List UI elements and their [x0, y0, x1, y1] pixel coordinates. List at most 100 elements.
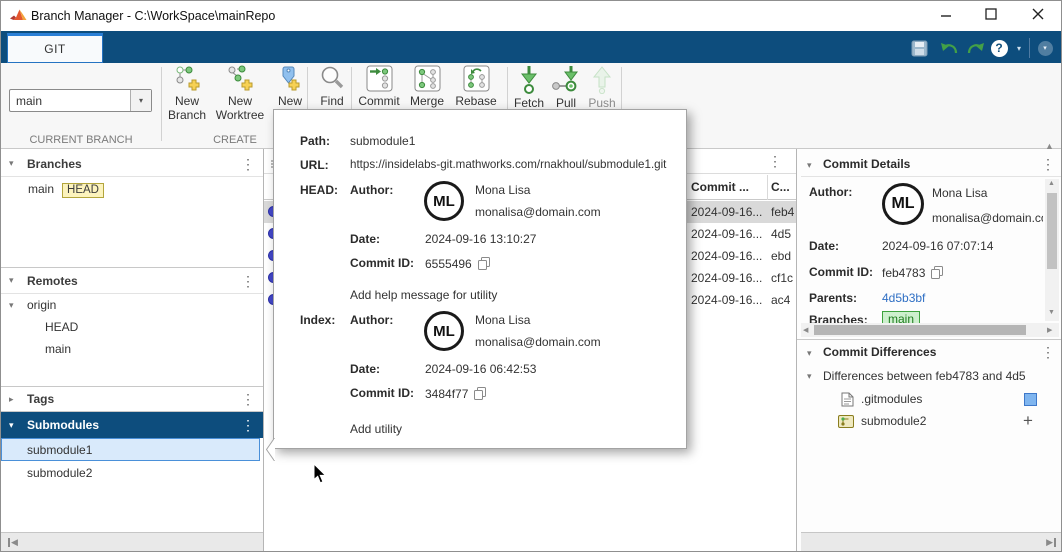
- branches-title: Branches: [27, 157, 82, 171]
- remote-item-head[interactable]: HEAD: [45, 320, 78, 334]
- differences-root-node[interactable]: ▾ Differences between feb4783 and 4d5: [801, 367, 1062, 387]
- index-label: Index:: [300, 313, 335, 327]
- commit-id-label: Commit ID:: [350, 256, 414, 270]
- save-icon: [911, 40, 928, 57]
- copy-icon[interactable]: [473, 386, 487, 404]
- panel-collapse-up-icon[interactable]: ▲: [1045, 141, 1054, 151]
- submodule-icon: [838, 415, 854, 431]
- author-label: Author:: [350, 313, 393, 327]
- window-title: Branch Manager - C:\WorkSpace\mainRepo: [31, 9, 275, 23]
- matlab-logo-icon: [10, 8, 27, 26]
- ribbon-bar: [1, 31, 1061, 63]
- avatar: ML: [424, 181, 464, 221]
- branch-item-main[interactable]: mainHEAD: [28, 182, 104, 198]
- tab-git[interactable]: GIT: [7, 33, 103, 63]
- sidebar-collapse-strip[interactable]: ◀: [1, 532, 263, 551]
- scroll-down-icon[interactable]: ▼: [1048, 309, 1055, 316]
- scroll-left-icon[interactable]: ◀: [803, 326, 808, 334]
- submodule-item-2[interactable]: submodule2: [1, 462, 263, 484]
- branches-menu-icon[interactable]: ⋮: [241, 157, 255, 171]
- submodules-menu-icon[interactable]: ⋮: [241, 418, 255, 432]
- chevron-down-icon: ▾: [1038, 41, 1053, 56]
- find-button[interactable]: Find: [313, 65, 351, 109]
- diff-file-gitmodules[interactable]: .gitmodules: [801, 389, 1062, 411]
- push-button[interactable]: Push: [585, 65, 619, 111]
- new-worktree-icon: [227, 65, 254, 92]
- scroll-right-icon[interactable]: ▶: [1047, 326, 1052, 334]
- close-button[interactable]: [1021, 1, 1055, 27]
- new-branch-button[interactable]: New Branch: [163, 65, 211, 123]
- search-icon: [319, 65, 346, 92]
- commit-differences-header[interactable]: ▾ Commit Differences ⋮: [801, 341, 1062, 365]
- collapse-right-icon[interactable]: ▶: [1046, 537, 1056, 548]
- current-branch-combobox[interactable]: main ▾: [9, 89, 152, 112]
- help-dropdown[interactable]: ▾: [1011, 37, 1027, 59]
- collapse-icon: ▾: [9, 275, 14, 286]
- commit-id-label: Commit ID:: [809, 265, 873, 279]
- commit-details-header[interactable]: ▾ Commit Details ⋮: [801, 153, 1062, 177]
- scrollbar-thumb[interactable]: [814, 325, 1026, 335]
- redo-button[interactable]: [963, 37, 987, 59]
- details-horizontal-scrollbar[interactable]: ◀ ▶: [801, 323, 1059, 337]
- index-author-name: Mona Lisa: [475, 313, 530, 327]
- merge-button[interactable]: Merge: [405, 65, 449, 109]
- remote-item-main[interactable]: main: [45, 342, 71, 356]
- author-label: Author:: [350, 183, 393, 197]
- parent-commit-link[interactable]: 4d5b3bf: [882, 291, 925, 305]
- scrollbar-thumb[interactable]: [1047, 193, 1057, 269]
- collapse-icon: ▾: [9, 300, 14, 311]
- column-commit-id[interactable]: C...: [771, 180, 795, 194]
- section-remotes-header[interactable]: ▾ Remotes ⋮: [1, 268, 263, 294]
- merge-icon: [414, 65, 441, 92]
- index-date: 2024-09-16 06:42:53: [425, 362, 536, 376]
- maximize-button[interactable]: [974, 1, 1008, 27]
- head-author-name: Mona Lisa: [475, 183, 530, 197]
- rebase-icon: [463, 65, 490, 92]
- save-button[interactable]: [907, 37, 931, 59]
- submodules-title: Submodules: [27, 418, 99, 432]
- tags-menu-icon[interactable]: ⋮: [241, 392, 255, 406]
- history-menu-icon[interactable]: ⋮: [768, 154, 782, 168]
- diff-file-name: submodule2: [861, 414, 926, 428]
- minimize-button[interactable]: [929, 1, 963, 27]
- copy-icon[interactable]: [930, 265, 944, 283]
- help-icon: ?: [991, 40, 1008, 57]
- scroll-up-icon[interactable]: ▲: [1048, 180, 1055, 187]
- commit-button[interactable]: Commit: [357, 65, 401, 109]
- undo-icon: [940, 41, 959, 56]
- sidebar: [1, 149, 263, 551]
- pull-icon: [550, 65, 582, 94]
- new-worktree-label: New Worktree: [213, 95, 267, 123]
- column-commit-date[interactable]: Commit ...: [691, 180, 763, 194]
- commit-differences-menu-icon[interactable]: ⋮: [1041, 345, 1055, 359]
- section-branches-header[interactable]: ▾ Branches ⋮: [1, 151, 263, 177]
- section-tags-header[interactable]: ▸ Tags ⋮: [1, 387, 263, 412]
- undo-button[interactable]: [937, 37, 961, 59]
- merge-label: Merge: [410, 95, 444, 109]
- fetch-button[interactable]: Fetch: [511, 65, 547, 111]
- section-submodules-header[interactable]: ▾ Submodules ⋮: [1, 412, 263, 438]
- copy-icon[interactable]: [477, 256, 491, 274]
- submodule-item-1-selected[interactable]: submodule1: [1, 438, 260, 461]
- combobox-dropdown-button[interactable]: ▾: [130, 90, 151, 111]
- commit-icon: [366, 65, 393, 92]
- right-collapse-strip[interactable]: ▶: [801, 532, 1062, 551]
- pull-button[interactable]: Pull: [549, 65, 583, 111]
- new-branch-label: New Branch: [163, 95, 211, 123]
- added-status-icon: +: [1023, 411, 1033, 431]
- collapse-left-icon[interactable]: ◀: [8, 537, 18, 548]
- commit-details-menu-icon[interactable]: ⋮: [1041, 157, 1055, 171]
- toolstrip-collapse-button[interactable]: ▾: [1035, 37, 1055, 59]
- help-button[interactable]: ?: [989, 37, 1009, 59]
- file-icon: [841, 392, 854, 410]
- current-branch-value: main: [10, 94, 130, 108]
- rebase-button[interactable]: Rebase: [453, 65, 499, 109]
- new-worktree-button[interactable]: New Worktree: [213, 65, 267, 123]
- remote-item-origin[interactable]: ▾ origin: [1, 296, 263, 316]
- rebase-label: Rebase: [455, 95, 496, 109]
- diff-file-submodule2[interactable]: submodule2 +: [801, 411, 1062, 433]
- path-value: submodule1: [350, 134, 415, 148]
- title-bar: Branch Manager - C:\WorkSpace\mainRepo: [1, 1, 1061, 31]
- remotes-menu-icon[interactable]: ⋮: [241, 274, 255, 288]
- details-vertical-scrollbar[interactable]: ▲ ▼: [1045, 179, 1059, 321]
